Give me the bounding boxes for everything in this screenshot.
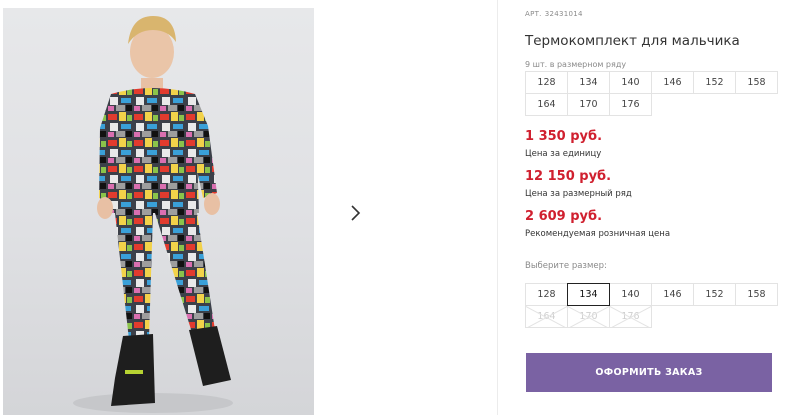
- product-photo[interactable]: [3, 8, 314, 415]
- size-selector: 128 134 140 146 152 158 164 170 176: [525, 283, 778, 328]
- size-row-grid: 128 134 140 146 152 158 164 170 176: [525, 71, 778, 116]
- boy-in-thermal-set-illustration: [73, 16, 233, 413]
- size-option-134[interactable]: 134: [567, 283, 610, 306]
- size-option-164-unavailable: 164: [525, 305, 568, 328]
- size-row-cell: 152: [693, 71, 736, 94]
- unit-price-note: Цена за единицу: [525, 149, 602, 159]
- size-row-cell: 164: [525, 93, 568, 116]
- size-option-128[interactable]: 128: [525, 283, 568, 306]
- size-row-cell: 146: [651, 71, 694, 94]
- size-option-158[interactable]: 158: [735, 283, 778, 306]
- size-row-cell: 134: [567, 71, 610, 94]
- size-row-cell: 170: [567, 93, 610, 116]
- product-gallery: [0, 0, 498, 415]
- place-order-button[interactable]: ОФОРМИТЬ ЗАКАЗ: [526, 353, 772, 392]
- choose-size-label: Выберите размер:: [525, 261, 607, 271]
- size-row-cell: 176: [609, 93, 652, 116]
- size-option-146[interactable]: 146: [651, 283, 694, 306]
- size-option-152[interactable]: 152: [693, 283, 736, 306]
- row-price: 12 150 руб.: [525, 169, 612, 184]
- chevron-right-icon: [351, 205, 361, 221]
- unit-price: 1 350 руб.: [525, 129, 603, 144]
- retail-price-note: Рекомендуемая розничная цена: [525, 229, 671, 239]
- row-price-note: Цена за размерный ряд: [525, 189, 632, 199]
- product-title: Термокомплект для мальчика: [525, 33, 740, 49]
- size-row-note: 9 шт. в размерном ряду: [525, 60, 627, 69]
- article-label: АРТ.: [525, 10, 542, 18]
- size-option-170-unavailable: 170: [567, 305, 610, 328]
- size-row-cell: 158: [735, 71, 778, 94]
- article-number: АРТ. 32431014: [525, 10, 586, 18]
- size-row-cell: 140: [609, 71, 652, 94]
- article-value: 32431014: [544, 10, 583, 18]
- size-option-140[interactable]: 140: [609, 283, 652, 306]
- size-row-cell: 128: [525, 71, 568, 94]
- retail-price: 2 609 руб.: [525, 209, 603, 224]
- size-option-176-unavailable: 176: [609, 305, 652, 328]
- next-image-button[interactable]: [337, 194, 375, 232]
